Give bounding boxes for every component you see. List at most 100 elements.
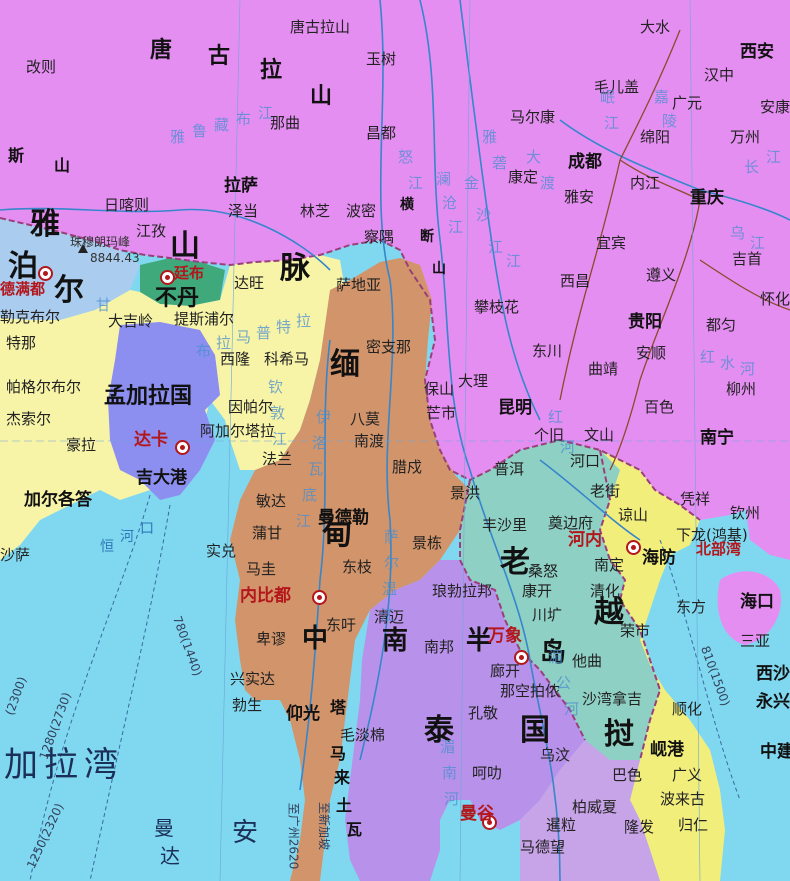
brahmaputra-label-4: 普 [256,324,272,342]
tanggula-label-4: 山 [310,84,333,109]
andaman-label-1: 安 [232,818,259,848]
lancang-label-3: 江 [448,218,464,236]
irrawaddy-label-2: 洛 [312,434,328,452]
thailand-label-2: 国 [520,713,550,748]
city-namtu: 南渡 [354,432,385,450]
city-nagqu: 那曲 [270,114,301,132]
city-phongsali: 丰沙里 [482,516,528,534]
everest-height: 8844.43 [90,251,140,265]
city-ankang: 安康 [760,98,790,116]
city-tezpur: 提斯浦尔 [174,310,235,328]
xian-label: 西安 [740,42,774,62]
city-agartala: 阿加尔塔拉 [200,422,276,440]
city-yibin: 宜宾 [596,234,627,252]
route-label-6: 至新加坡 [317,801,332,851]
city-imphal: 因帕尔 [228,398,274,416]
city-lashio: 腊戍 [392,458,423,476]
city-mianyang: 绵阳 [640,128,671,146]
laos-label-2: 挝 [604,717,634,752]
city-pakse: 巴色 [612,766,643,784]
city-dashui: 大水 [640,18,671,36]
city-siemreap: 暹粒 [546,816,577,834]
ganges-mouth-label-3: 口 [140,521,154,537]
gangdise-label-2: 山 [54,156,71,175]
city-puer: 普洱 [494,460,525,478]
city-markam: 马尔康 [510,108,556,126]
city-gyangze: 江孜 [136,222,167,240]
yalong-label-3: 江 [506,252,522,270]
city-bhagalpur: 帕格尔布尔 [6,378,82,396]
city-neijiang: 内江 [630,174,661,192]
route-label-7: 至广州2620 [286,802,301,870]
jialing-label-2: 陵 [662,112,678,130]
wu-label-2: 江 [750,234,766,252]
city-tak: 沙萨 [0,546,31,564]
dadu-label-1: 大 [526,148,542,166]
jinsha-label-1: 金 [464,174,480,192]
ganges-mouth-label-2: 河 [120,529,134,545]
tanggula-label-3: 拉 [260,58,283,83]
city-qujing: 曲靖 [588,360,619,378]
chaophraya-label-3: 河 [444,790,460,808]
city-shillong: 西隆 [220,350,251,368]
city-yongxing: 永兴 [756,692,790,712]
peninsula-label-1: 马 [330,744,347,763]
chongqing-label: 重庆 [690,188,724,208]
myanmar-label-1: 缅 [330,347,360,382]
city-korat: 呵叻 [472,764,503,782]
bangkok-label: 曼谷 [460,804,494,824]
city-chayu: 察隅 [364,228,395,246]
lancang-label-2: 沧 [442,194,458,212]
min-label-1: 岷 [600,88,616,106]
city-wenshan: 文山 [584,426,615,444]
city-pyay: 卑谬 [256,630,287,648]
city-patna: 特那 [6,334,37,352]
city-kohima: 科希马 [264,350,310,368]
andaman-label-2: 达 [160,844,180,868]
city-bhamo: 八莫 [350,410,381,428]
city-dongfang: 东方 [676,598,707,616]
nujiang-label-1: 怒 [398,148,414,166]
thimphu-capital-icon [160,270,175,285]
bhutan-label: 不丹 [155,286,200,311]
chindwin-label-3: 江 [272,430,288,448]
city-falam: 法兰 [262,450,293,468]
mekong-label-3: 河 [564,700,580,718]
map-canvas[interactable]: 缅 甸 孟加拉国 不丹 泊 尔 老 挝 泰 国 越 中 南 半 岛 唐 古 拉 … [0,0,790,881]
jialing-label-1: 嘉 [654,88,670,106]
city-zunyi: 遵义 [646,266,677,284]
chaophraya-label-2: 南 [442,764,458,782]
city-hekou: 河口 [570,452,601,470]
himalaya-label-2: 山 [170,229,200,264]
city-khonkaen: 孔敬 [468,704,499,722]
peninsula-label-2: 来 [334,768,351,787]
city-halong: 下龙(鸿基) [676,526,748,544]
bangladesh-label: 孟加拉国 [104,384,193,409]
haiphong-label: 海防 [642,548,676,568]
chindwin-label-1: 钦 [268,378,284,396]
hongshui-label-2: 水 [720,354,736,372]
city-wanzhou: 万州 [730,128,761,146]
city-tawang: 达旺 [234,274,265,292]
lancang-label-1: 澜 [436,170,452,188]
city-thakhek: 他曲 [572,652,603,670]
nepal-label-2: 尔 [54,273,84,308]
city-lomphat: 隆发 [624,818,655,836]
city-huaihua: 怀化 [760,290,790,308]
kathmandu-capital-icon [38,266,53,281]
haikou-label: 海口 [740,592,774,612]
city-liuzhou: 柳州 [726,380,757,398]
city-kangding: 康定 [508,168,539,186]
salween-label-4: 江 [380,606,396,624]
city-beibu-gulf: 北部湾 [696,540,742,558]
city-toungoo: 东吁 [326,616,357,634]
city-jinghong: 景洪 [450,484,481,502]
dhaka-label: 达卡 [134,430,168,450]
brahmaputra-label-6: 拉 [296,312,312,330]
city-taunggyi: 东枝 [342,558,373,576]
city-baoshan: 保山 [424,380,455,398]
city-samneua: 桑怒 [528,562,559,580]
nepal-label-1: 泊 [8,249,38,284]
city-pagan: 蒲甘 [252,524,283,542]
dadu-label-2: 渡 [540,174,556,192]
